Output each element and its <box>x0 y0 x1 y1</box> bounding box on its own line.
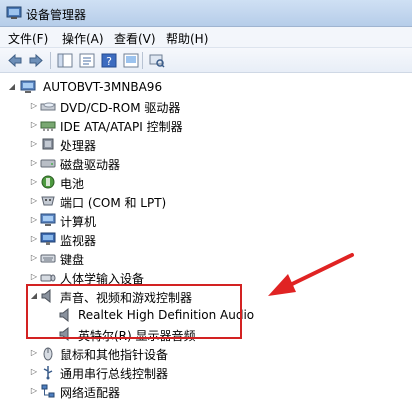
port-icon <box>41 196 55 206</box>
expand-arrow-icon[interactable]: ▷ <box>29 120 39 130</box>
tree-item-label: 键盘 <box>60 253 85 267</box>
menu-help[interactable]: 帮助(H) <box>166 30 208 47</box>
tree-item-label: 处理器 <box>60 139 97 153</box>
toolbar-separator <box>142 52 143 69</box>
expand-arrow-icon[interactable]: ▷ <box>29 215 39 225</box>
device-view-icon[interactable] <box>122 52 140 69</box>
ide-controller-icon <box>40 121 56 131</box>
expand-arrow-icon[interactable]: ▷ <box>29 101 39 111</box>
tree-item[interactable]: ▷ 键盘 <box>0 249 412 268</box>
menu-bar: 文件(F) 操作(A) 查看(V) 帮助(H) <box>0 27 412 48</box>
expand-arrow-icon[interactable]: ▷ <box>29 386 39 396</box>
expand-arrow-icon[interactable]: ▷ <box>29 272 39 282</box>
keyboard-icon <box>40 254 56 263</box>
forward-arrow-icon[interactable] <box>27 52 45 69</box>
tree-item[interactable]: ▷ 磁盘驱动器 <box>0 154 412 173</box>
tree-item-label: 通用串行总线控制器 <box>60 367 169 381</box>
svg-text:?: ? <box>106 55 112 68</box>
optical-drive-icon <box>40 102 56 111</box>
window-title: 设备管理器 <box>26 8 87 22</box>
expand-arrow-icon[interactable]: ▷ <box>29 234 39 244</box>
title-bar: 设备管理器 <box>0 0 412 27</box>
tree-item[interactable]: ▷ 处理器 <box>0 135 412 154</box>
tree-item-label: DVD/CD-ROM 驱动器 <box>60 101 181 115</box>
expand-arrow-icon[interactable]: ▷ <box>29 139 39 149</box>
tree-item[interactable]: ▷ 电池 <box>0 173 412 192</box>
tree-item-label: 监视器 <box>60 234 97 248</box>
tree-item[interactable]: ▷ 网络适配器 <box>0 382 412 401</box>
processor-icon <box>42 138 54 150</box>
tree-item[interactable]: ▷ 通用串行总线控制器 <box>0 363 412 382</box>
highlight-box <box>26 284 242 339</box>
computer-icon <box>20 80 36 93</box>
device-tree: ◢ AUTOBVT-3MNBA96 ▷ DVD/CD-ROM 驱动器 ▷ IDE… <box>0 74 412 401</box>
toolbar: ? <box>0 48 412 73</box>
help-icon[interactable]: ? <box>100 52 118 69</box>
expand-arrow-icon[interactable]: ▷ <box>29 196 39 206</box>
properties-icon[interactable] <box>78 52 96 69</box>
expand-arrow-icon[interactable]: ▷ <box>29 158 39 168</box>
menu-view[interactable]: 查看(V) <box>114 30 156 47</box>
tree-item-label: 磁盘驱动器 <box>60 158 121 172</box>
tree-item[interactable]: ▷ DVD/CD-ROM 驱动器 <box>0 97 412 116</box>
device-manager-icon <box>6 6 22 19</box>
menu-action[interactable]: 操作(A) <box>62 30 104 47</box>
show-hide-tree-icon[interactable] <box>56 52 74 69</box>
tree-item[interactable]: ▷ 端口 (COM 和 LPT) <box>0 192 412 211</box>
tree-item-label: 网络适配器 <box>60 386 121 400</box>
expand-arrow-icon[interactable]: ▷ <box>29 367 39 377</box>
expand-arrow-icon[interactable]: ▷ <box>29 177 39 187</box>
tree-item[interactable]: ▷ 计算机 <box>0 211 412 230</box>
tree-root[interactable]: ◢ AUTOBVT-3MNBA96 <box>0 78 412 97</box>
collapse-arrow-icon[interactable]: ◢ <box>7 82 17 92</box>
toolbar-separator <box>50 52 51 69</box>
tree-item-label: 端口 (COM 和 LPT) <box>60 196 167 210</box>
network-icon <box>41 384 55 398</box>
disk-drive-icon <box>40 159 56 168</box>
battery-icon <box>41 175 55 189</box>
usb-icon <box>43 366 53 380</box>
tree-item[interactable]: ▷ 监视器 <box>0 230 412 249</box>
tree-item-label: 电池 <box>60 177 85 191</box>
tree-item[interactable]: ▷ IDE ATA/ATAPI 控制器 <box>0 116 412 135</box>
scan-hardware-icon[interactable] <box>148 52 166 69</box>
expand-arrow-icon[interactable]: ▷ <box>29 348 39 358</box>
tree-item-label: IDE ATA/ATAPI 控制器 <box>60 120 183 134</box>
tree-item-label: 计算机 <box>60 215 97 229</box>
hid-icon <box>40 274 56 282</box>
back-arrow-icon[interactable] <box>6 52 24 69</box>
menu-file[interactable]: 文件(F) <box>8 30 48 47</box>
computer-icon <box>40 213 56 226</box>
monitor-icon <box>40 232 56 245</box>
expand-arrow-icon[interactable]: ▷ <box>29 253 39 263</box>
tree-root-label: AUTOBVT-3MNBA96 <box>43 80 163 94</box>
mouse-icon <box>43 347 53 361</box>
tree-item-label: 鼠标和其他指针设备 <box>60 348 169 362</box>
tree-item[interactable]: ▷ 鼠标和其他指针设备 <box>0 344 412 363</box>
